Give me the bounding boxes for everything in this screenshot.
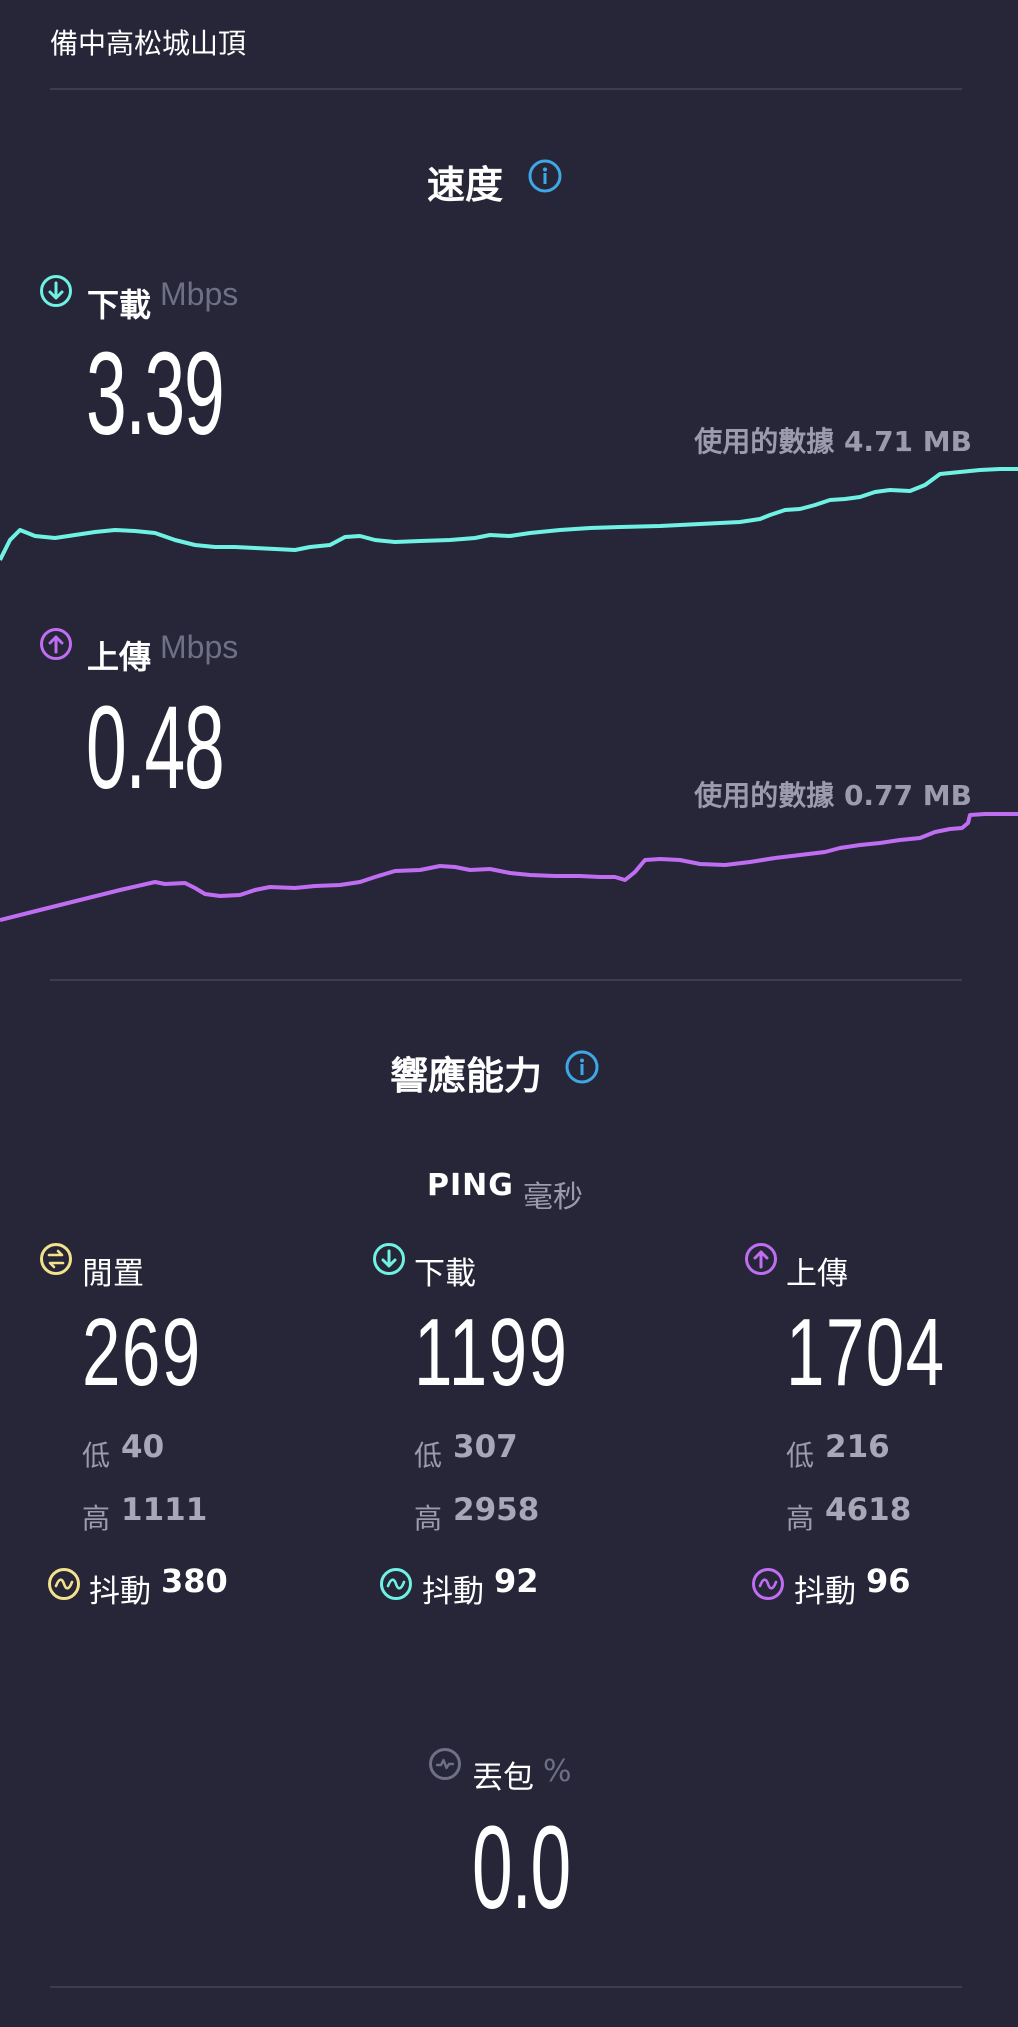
idle-high-value: 1111 (121, 1492, 208, 1528)
upload-unit: Mbps (160, 629, 239, 665)
upload-arrow-icon (39, 627, 73, 661)
upload-jitter-icon (751, 1567, 785, 1601)
ping-label: PING (427, 1168, 514, 1203)
idle-label: 閒置 (82, 1256, 144, 1292)
upload-high-label: 高 (786, 1502, 815, 1535)
download-high-value: 2958 (453, 1492, 540, 1528)
upload-arrow-icon (744, 1242, 778, 1276)
idle-arrows-icon (39, 1242, 73, 1276)
download-high-label: 高 (414, 1502, 443, 1535)
idle-jitter-icon (47, 1567, 81, 1601)
info-icon[interactable] (565, 1050, 599, 1084)
header-divider (50, 88, 962, 90)
idle-ping-value: 269 (82, 1299, 202, 1406)
download-jitter-icon (379, 1567, 413, 1601)
upload-low-value: 216 (825, 1429, 890, 1465)
upload-jitter-label: 抖動 (794, 1574, 856, 1610)
speed-section-title: 速度 (427, 163, 504, 207)
download-unit: Mbps (160, 276, 239, 312)
idle-jitter-label: 抖動 (89, 1574, 151, 1610)
packet-loss-label: 丟包 (472, 1760, 534, 1796)
download-speed-value: 3.39 (86, 328, 225, 460)
responsiveness-section-title: 響應能力 (390, 1054, 543, 1098)
idle-low-value: 40 (121, 1429, 165, 1465)
download-low-label: 低 (414, 1439, 443, 1472)
idle-high-label: 高 (82, 1502, 111, 1535)
download-arrow-icon (39, 274, 73, 308)
upload-speed-graph (0, 800, 1018, 930)
ping-unit: 毫秒 (523, 1180, 583, 1215)
upload-speed-value: 0.48 (86, 682, 225, 814)
info-icon[interactable] (528, 159, 562, 193)
upload-label: 上傳 (87, 638, 152, 676)
download-graph-line (0, 467, 1018, 561)
packet-loss-unit: % (543, 1754, 572, 1789)
download-arrow-icon (372, 1242, 406, 1276)
speed-divider (50, 979, 962, 981)
upload-ping-label: 上傳 (786, 1256, 848, 1292)
packet-loss-value: 0.0 (472, 1802, 571, 1934)
download-label: 下載 (87, 286, 152, 324)
download-ping-value: 1199 (414, 1299, 569, 1406)
download-ping-label: 下載 (414, 1256, 476, 1292)
download-speed-graph (0, 450, 1018, 570)
download-jitter-value: 92 (494, 1562, 539, 1600)
upload-low-label: 低 (786, 1439, 815, 1472)
packet-loss-icon (428, 1747, 462, 1781)
upload-high-value: 4618 (825, 1492, 912, 1528)
location-title: 備中高松城山頂 (50, 27, 247, 60)
download-jitter-label: 抖動 (422, 1574, 484, 1610)
download-low-value: 307 (453, 1429, 518, 1465)
upload-ping-value: 1704 (786, 1299, 946, 1406)
idle-jitter-value: 380 (161, 1562, 228, 1600)
upload-jitter-value: 96 (866, 1562, 911, 1600)
upload-graph-line (0, 812, 1018, 922)
bottom-divider (50, 1986, 962, 1988)
idle-low-label: 低 (82, 1439, 111, 1472)
